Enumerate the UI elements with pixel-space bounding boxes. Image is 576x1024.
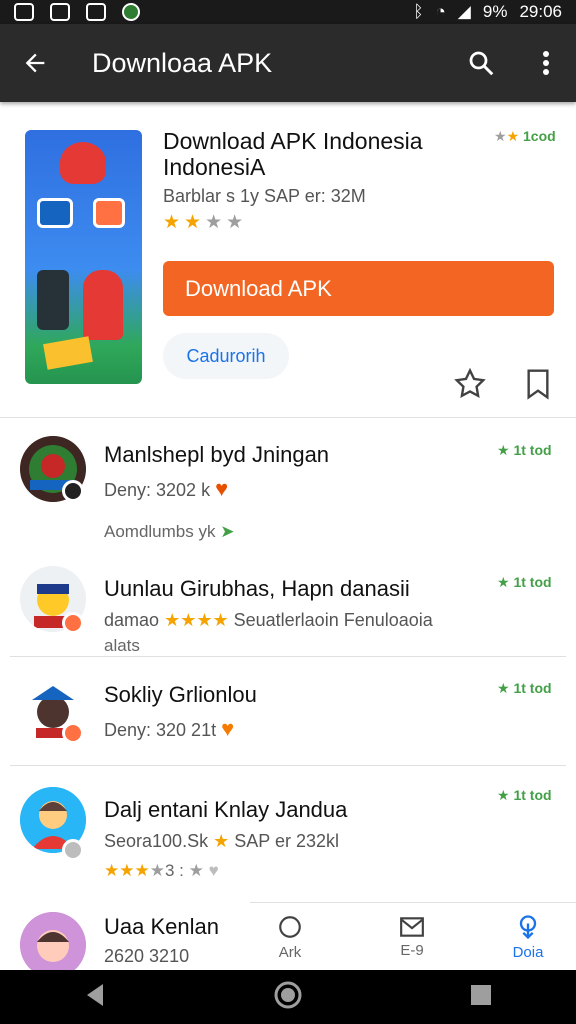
item-subtitle: Deny: 3202 k ♥ [104,476,229,501]
photo-icon [14,3,34,21]
more-vert-icon[interactable] [516,49,576,77]
app-title: Download APK Indonesia IndonesiA [163,128,423,180]
page-title: Downloaa APK [92,47,273,78]
bluetooth-icon: ᛒ [413,2,424,21]
item-subtitle: 2620 3210 [104,946,190,966]
wifi-icon: ◔ [435,2,446,21]
nav-label: Doia [512,943,544,961]
nav-ark[interactable]: Ark [250,903,330,971]
circle-icon [279,915,301,938]
nav-e9[interactable]: E-9 [372,903,452,971]
item-extra: Aomdlumbs yk ➤ [104,522,235,541]
divider [10,765,566,766]
star-outline-icon[interactable] [452,366,488,402]
item-title: Uunlau Girubhas, Hapn danasii [104,576,410,601]
app-bar: Downloaa APK [0,24,576,102]
avatar-icon [20,912,86,978]
item-badge: ★ 1t tod [497,442,552,458]
item-title: Uaa Kenlan [104,914,219,939]
avatar-badge [62,480,84,502]
arrow-left-icon[interactable] [0,49,70,77]
status-bar: ᛒ ◔ ◢ 9% 29:06 [0,0,576,24]
avatar-badge [62,722,84,744]
app-icon [50,3,70,21]
bookmark-icon[interactable] [522,366,554,402]
item-title: Sokliy Grlionlou [104,682,257,707]
item-extra: ★★★★3 : ★ ♥ [104,861,219,880]
category-chip[interactable]: Cadurorih [163,333,289,379]
rating-stars: ★★★★ [163,212,248,233]
back-triangle-icon[interactable] [83,982,107,1013]
home-circle-icon[interactable] [273,980,303,1015]
nav-doia[interactable]: Doia [488,903,568,971]
search-icon[interactable] [446,48,516,78]
item-title: Manlshepl byd Jningan [104,442,330,467]
item-subtitle: Seora100.Sk ★ SAP er 232kl [104,831,339,851]
mail-icon [400,916,424,937]
app-meta: Barblar s 1y SAP er: 32M [163,186,366,206]
download-icon [519,914,537,939]
item-badge: ★ 1t tod [497,574,552,590]
shield-icon [86,3,106,21]
location-icon [122,3,140,21]
nav-label: Ark [278,943,302,961]
item-subtitle: damao ★★★★ Seuatlerlaoin Fenuloaoia [104,610,433,630]
item-subtitle: Deny: 320 21t ♥ [104,716,235,741]
item-badge: ★ 1t tod [497,787,552,803]
clock: 29:06 [519,2,562,21]
avatar-badge [62,839,84,861]
recents-square-icon[interactable] [469,983,493,1012]
nav-label: E-9 [400,941,424,959]
battery-level: 9% [482,2,508,21]
bottom-nav: Ark E-9 Doia [250,902,576,970]
system-nav-bar [0,970,576,1024]
app-artwork [25,130,142,384]
item-title: Dalj entani Knlay Jandua [104,797,348,822]
signal-icon: ◢ [457,2,471,21]
divider [10,656,566,657]
item-badge: ★ 1t tod [497,680,552,696]
item-extra: alats [104,636,140,655]
download-apk-button[interactable]: Download APK [163,261,554,316]
hero-badge: ★★ 1cod [494,128,556,144]
avatar-badge [62,612,84,634]
